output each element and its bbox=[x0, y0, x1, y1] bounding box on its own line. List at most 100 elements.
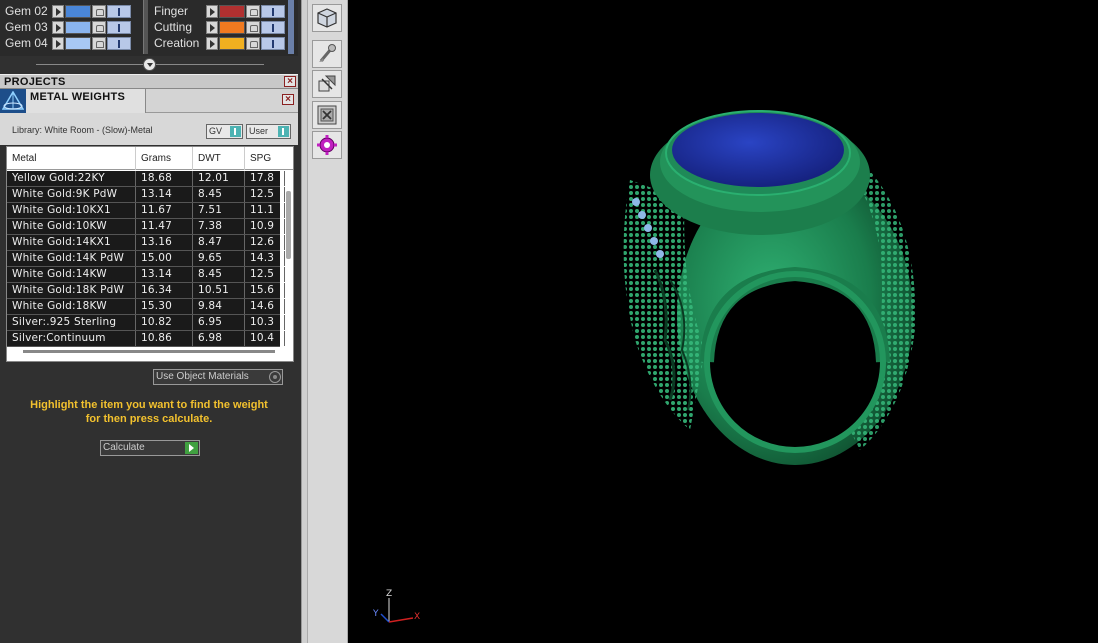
ring-model[interactable] bbox=[610, 100, 930, 470]
chevron-down-icon[interactable] bbox=[143, 58, 156, 71]
cell-spg: 12.6 bbox=[245, 235, 285, 250]
lock-icon[interactable] bbox=[92, 20, 106, 34]
layer-color-swatch[interactable] bbox=[219, 20, 245, 34]
cell-metal: White Gold:18K PdW bbox=[7, 283, 136, 298]
visibility-toggle[interactable] bbox=[261, 20, 285, 34]
cell-metal: White Gold:14KX1 bbox=[7, 235, 136, 250]
layer-row-creation[interactable]: Creation bbox=[154, 35, 285, 51]
cell-metal: Silver:Continuum bbox=[7, 331, 136, 346]
layer-row-gem-04[interactable]: Gem 04 bbox=[0, 35, 131, 51]
layer-expand-button[interactable] bbox=[52, 4, 64, 18]
visibility-toggle[interactable] bbox=[261, 36, 285, 50]
cell-grams: 13.14 bbox=[136, 187, 193, 202]
layer-color-swatch[interactable] bbox=[65, 20, 91, 34]
table-row[interactable]: White Gold:18KW 15.30 9.84 14.6 bbox=[7, 299, 285, 315]
vertical-toolbar bbox=[308, 0, 348, 643]
layer-name: Gem 03 bbox=[5, 20, 48, 34]
cell-metal: Yellow Gold:22KY bbox=[7, 171, 136, 186]
layer-row-gem-03[interactable]: Gem 03 bbox=[0, 19, 131, 35]
play-icon bbox=[185, 442, 198, 454]
table-vertical-scrollbar[interactable] bbox=[286, 191, 291, 259]
layer-expand-button[interactable] bbox=[206, 36, 218, 50]
left-panel: Gem 02 Gem 03 Gem 04 Finger Cutting Crea… bbox=[0, 0, 301, 643]
metal-weights-table[interactable]: Metal Grams DWT SPG Yellow Gold:22KY 18.6… bbox=[6, 146, 294, 362]
user-toggle[interactable]: User bbox=[246, 124, 291, 139]
lock-icon[interactable] bbox=[92, 36, 106, 50]
calculate-label: Calculate bbox=[103, 442, 145, 453]
layer-expand-button[interactable] bbox=[52, 20, 64, 34]
table-header: Metal Grams DWT SPG bbox=[7, 147, 293, 170]
cell-grams: 13.14 bbox=[136, 267, 193, 282]
layer-color-swatch[interactable] bbox=[219, 36, 245, 50]
library-bar: Library: White Room - (Slow)-Metal GV Us… bbox=[0, 113, 298, 145]
lock-icon[interactable] bbox=[246, 4, 260, 18]
cell-spg: 14.6 bbox=[245, 299, 285, 314]
layer-name: Creation bbox=[154, 36, 200, 50]
close-box-icon[interactable] bbox=[312, 101, 342, 129]
view-cube-icon[interactable] bbox=[312, 4, 342, 32]
lock-icon[interactable] bbox=[92, 4, 106, 18]
cell-grams: 10.82 bbox=[136, 315, 193, 330]
lock-icon[interactable] bbox=[246, 36, 260, 50]
cell-dwt: 12.01 bbox=[193, 171, 245, 186]
tab-metal-weights[interactable]: METAL WEIGHTS bbox=[0, 89, 146, 113]
cell-dwt: 7.51 bbox=[193, 203, 245, 218]
visibility-toggle[interactable] bbox=[261, 4, 285, 18]
layer-expand-button[interactable] bbox=[206, 20, 218, 34]
cell-dwt: 6.98 bbox=[193, 331, 245, 346]
instruction-line-1: Highlight the item you want to find the … bbox=[30, 399, 268, 411]
toggle-indicator bbox=[230, 126, 241, 137]
layer-name: Gem 04 bbox=[5, 36, 48, 50]
axis-x-label: X bbox=[414, 612, 421, 622]
layer-expand-button[interactable] bbox=[206, 4, 218, 18]
cell-spg: 17.8 bbox=[245, 171, 285, 186]
visibility-toggle[interactable] bbox=[107, 36, 131, 50]
layer-color-swatch[interactable] bbox=[65, 36, 91, 50]
layer-row-cutting[interactable]: Cutting bbox=[154, 19, 285, 35]
cell-dwt: 6.95 bbox=[193, 315, 245, 330]
table-row[interactable]: White Gold:9K PdW 13.14 8.45 12.5 bbox=[7, 187, 285, 203]
table-row[interactable]: White Gold:10KX1 11.67 7.51 11.1 bbox=[7, 203, 285, 219]
lock-icon[interactable] bbox=[246, 20, 260, 34]
layer-name: Cutting bbox=[154, 20, 193, 34]
layer-expand-button[interactable] bbox=[52, 36, 64, 50]
table-row[interactable]: White Gold:18K PdW 16.34 10.51 15.6 bbox=[7, 283, 285, 299]
projects-header[interactable]: PROJECTS × bbox=[0, 74, 298, 89]
cell-grams: 11.47 bbox=[136, 219, 193, 234]
layer-row-finger[interactable]: Finger bbox=[154, 3, 285, 19]
table-row[interactable]: White Gold:10KW 11.47 7.38 10.9 bbox=[7, 219, 285, 235]
table-row[interactable]: White Gold:14K PdW 15.00 9.65 14.3 bbox=[7, 251, 285, 267]
axis-z-label: Z bbox=[386, 589, 393, 599]
cell-grams: 18.68 bbox=[136, 171, 193, 186]
pyramid-icon bbox=[0, 89, 26, 113]
visibility-toggle[interactable] bbox=[107, 4, 131, 18]
layer-row-gem-02[interactable]: Gem 02 bbox=[0, 3, 131, 19]
table-row[interactable]: White Gold:14KX1 13.16 8.47 12.6 bbox=[7, 235, 285, 251]
layer-color-swatch[interactable] bbox=[65, 4, 91, 18]
paint-brush-icon[interactable] bbox=[312, 40, 342, 68]
cell-dwt: 7.38 bbox=[193, 219, 245, 234]
transform-icon[interactable] bbox=[312, 70, 342, 98]
use-object-materials-toggle[interactable]: Use Object Materials bbox=[153, 369, 283, 385]
gv-toggle[interactable]: GV bbox=[206, 124, 243, 139]
close-icon[interactable]: × bbox=[282, 94, 294, 105]
layer-color-swatch[interactable] bbox=[219, 4, 245, 18]
settings-gear-icon[interactable] bbox=[312, 131, 342, 159]
table-horizontal-scrollbar[interactable] bbox=[23, 350, 275, 353]
visibility-toggle[interactable] bbox=[107, 20, 131, 34]
close-icon[interactable]: × bbox=[284, 76, 296, 87]
column-header-metal[interactable]: Metal bbox=[7, 147, 136, 170]
cell-grams: 10.86 bbox=[136, 331, 193, 346]
metal-weights-title: METAL WEIGHTS bbox=[30, 91, 126, 103]
table-row[interactable]: Silver:Continuum 10.86 6.98 10.4 bbox=[7, 331, 285, 347]
column-header-dwt[interactable]: DWT bbox=[193, 147, 245, 170]
panel-splitter[interactable] bbox=[301, 0, 308, 643]
3d-viewport[interactable]: Z Y X bbox=[349, 0, 1098, 643]
table-row[interactable]: White Gold:14KW 13.14 8.45 12.5 bbox=[7, 267, 285, 283]
table-row[interactable]: Silver:.925 Sterling 10.82 6.95 10.3 bbox=[7, 315, 285, 331]
column-header-spg[interactable]: SPG bbox=[245, 147, 293, 170]
column-header-grams[interactable]: Grams bbox=[136, 147, 193, 170]
layers-scrollbar[interactable] bbox=[288, 0, 294, 54]
calculate-button[interactable]: Calculate bbox=[100, 440, 200, 456]
table-row[interactable]: Yellow Gold:22KY 18.68 12.01 17.8 bbox=[7, 171, 285, 187]
